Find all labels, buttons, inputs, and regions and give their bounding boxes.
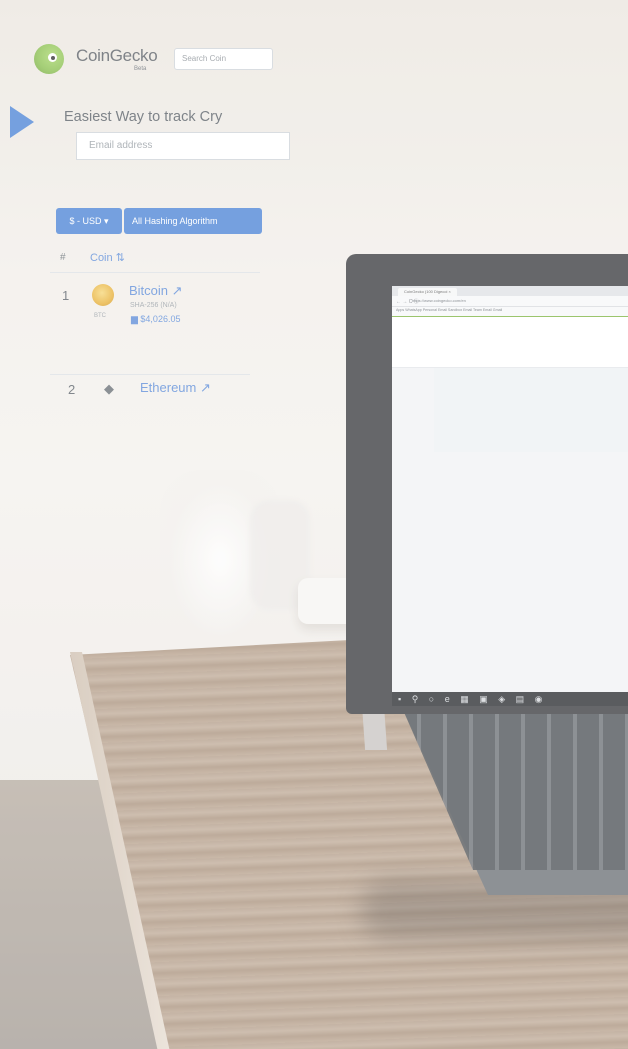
btc-symbol: BTC bbox=[94, 313, 106, 319]
hero-arrow-icon bbox=[10, 106, 34, 138]
btc-algorithm: SHA-256 (N/A) bbox=[130, 302, 177, 309]
bitcoin-icon bbox=[92, 284, 114, 306]
email-input[interactable]: Email address bbox=[76, 132, 290, 160]
brand-beta: Beta bbox=[134, 66, 147, 72]
search-input[interactable]: Search Coin bbox=[174, 48, 273, 70]
browser-tab[interactable]: CoinGecko (100 Digecoi × bbox=[398, 288, 457, 296]
brand-name[interactable]: CoinGecko bbox=[76, 46, 158, 66]
tablet-screen: CoinGecko (100 Digecoi × ← → C ⓘ https:/… bbox=[392, 286, 628, 692]
table-header bbox=[50, 246, 260, 273]
address-text[interactable]: https://www.coingecko.com/en bbox=[412, 298, 466, 303]
photo-scene: CoinGecko (100 Digecoi × ← → C ⓘ https:/… bbox=[0, 0, 628, 1049]
site-header bbox=[392, 317, 628, 368]
bitcoin-link[interactable]: Bitcoin ↗ bbox=[129, 283, 183, 299]
taskbar-icons[interactable]: ▪ ⚲ ○ e ▦ ▣ ◈ ▤ ◉ bbox=[398, 694, 547, 705]
header-coin-sort[interactable]: Coin ⇅ bbox=[90, 251, 125, 264]
btc-price[interactable]: ▆ $4,026.05 bbox=[131, 314, 180, 325]
logo-pupil-icon bbox=[51, 56, 55, 60]
header-rank: # bbox=[60, 252, 66, 263]
ethereum-icon: ◆ bbox=[104, 381, 114, 396]
row-rank-1: 1 bbox=[62, 288, 70, 303]
row-rank-2: 2 bbox=[68, 382, 76, 397]
hero-title: Easiest Way to track Cry bbox=[64, 109, 223, 125]
algorithm-dropdown[interactable]: All Hashing Algorithm bbox=[124, 208, 262, 234]
currency-dropdown[interactable]: $ - USD ▾ bbox=[56, 208, 122, 234]
row-divider bbox=[50, 374, 250, 375]
ethereum-link[interactable]: Ethereum ↗ bbox=[140, 380, 211, 396]
bookmarks-text[interactable]: Apps WhatsApp Personal Email Sandbox Ema… bbox=[396, 308, 502, 312]
hero-banner bbox=[434, 368, 628, 452]
